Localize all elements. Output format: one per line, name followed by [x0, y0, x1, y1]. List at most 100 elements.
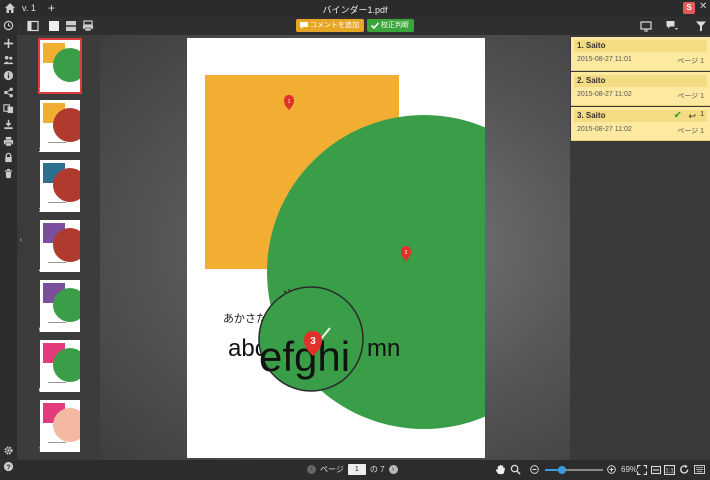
text-line-mn: mn: [367, 335, 400, 362]
title-bar: v. 1 + バインダー1.pdf S ✕: [0, 0, 710, 17]
document-viewer: やらわ あかさた abc mn efghi 1 2 3: [100, 35, 570, 460]
close-button[interactable]: ✕: [699, 1, 707, 12]
page-thumbnail[interactable]: [40, 100, 87, 152]
thumbnail-preview: [43, 223, 87, 263]
page-number-input[interactable]: 1: [347, 464, 366, 475]
next-page-button[interactable]: ›: [388, 465, 398, 474]
comment-card[interactable]: 2. Saito 2015-08-27 11:02 ページ 1: [571, 72, 710, 106]
main-toolbar: コメントを追加 校正判断: [17, 17, 710, 35]
zoom-out-icon[interactable]: [530, 465, 539, 474]
compare-icon[interactable]: [3, 103, 14, 114]
comment-title: 2. Saito: [574, 75, 707, 87]
lock-icon[interactable]: [3, 152, 14, 163]
add-icon[interactable]: [3, 38, 14, 49]
zoom-slider[interactable]: [545, 466, 603, 474]
previous-page-button[interactable]: ‹: [307, 465, 316, 474]
comment-date: 2015-08-27 11:02: [577, 91, 632, 98]
comment-date: 2015-08-27 11:02: [577, 126, 632, 133]
thumbnail-preview: [43, 403, 87, 443]
add-comment-button[interactable]: コメントを追加: [296, 19, 364, 32]
trash-icon[interactable]: [3, 168, 14, 179]
review-decision-label: 校正判断: [381, 22, 409, 29]
add-comment-label: コメントを追加: [310, 22, 359, 29]
history-icon[interactable]: [3, 20, 14, 31]
two-page-view-icon[interactable]: [65, 20, 77, 32]
users-icon[interactable]: [3, 54, 14, 65]
thumbnail-preview: [43, 163, 87, 203]
approved-check-icon: ✔: [673, 110, 682, 121]
checkmark-icon: [371, 22, 379, 29]
page-navigator: ‹ ページ 1 の 7 ›: [307, 464, 398, 475]
page-thumbnail[interactable]: [40, 340, 87, 392]
marker-number: 2: [405, 250, 408, 256]
comment-title: 1. Saito: [574, 40, 707, 52]
fit-screen-icon[interactable]: [637, 465, 647, 475]
page-content: やらわ あかさた abc mn efghi 1 2 3: [205, 75, 485, 429]
thumbnail-preview: [43, 283, 87, 323]
page-thumbnail[interactable]: [40, 280, 87, 332]
comments-panel: 1. Saito 2015-08-27 11:01 ページ 1 2. Saito…: [570, 35, 710, 460]
sidebar-toggle-icon[interactable]: [27, 20, 39, 32]
thumbnail-page-number: 7: [39, 448, 43, 454]
zoom-percentage: 69%: [621, 465, 638, 474]
print-icon[interactable]: [3, 136, 14, 147]
page-thumbnail[interactable]: [38, 38, 87, 94]
left-tool-rail: ?: [0, 17, 17, 480]
fit-width-icon[interactable]: [651, 465, 661, 475]
thumbnail-preview: [43, 43, 87, 82]
thumbnail-preview: [43, 343, 87, 383]
zoom-tool-icon[interactable]: [510, 464, 521, 475]
info-icon[interactable]: [3, 70, 14, 81]
comment-page: ページ 1: [677, 128, 704, 135]
text-line-akasata: あかさた: [223, 312, 267, 325]
comments-menu-icon[interactable]: [666, 20, 678, 32]
thumbnail-page-number: 6: [39, 388, 43, 394]
thumbnail-page-number: 5: [39, 328, 43, 334]
presentation-icon[interactable]: [640, 20, 652, 32]
help-icon[interactable]: ?: [3, 461, 14, 472]
share-icon[interactable]: [3, 87, 14, 98]
thumbnail-page-number: 3: [39, 208, 43, 214]
settings-gear-icon[interactable]: [3, 445, 14, 456]
rotate-icon[interactable]: [679, 464, 690, 475]
marker-number: 3: [310, 336, 316, 347]
keyboard-icon[interactable]: [694, 465, 705, 474]
user-avatar[interactable]: S: [683, 2, 695, 14]
actual-size-icon[interactable]: 1:1: [664, 465, 675, 475]
page-total-label: の 7: [369, 465, 385, 474]
zoom-in-icon[interactable]: [607, 465, 616, 474]
print-layout-icon[interactable]: [82, 20, 94, 32]
zoom-slider-handle[interactable]: [558, 466, 566, 474]
page-label: ページ: [320, 465, 344, 474]
marker-number: 1: [288, 99, 291, 105]
review-decision-button[interactable]: 校正判断: [367, 19, 414, 32]
thumbnail-panel: 1 2 3 4 5 6 7: [17, 35, 100, 460]
thumbnail-page-number: 2: [39, 148, 43, 154]
comment-date: 2015-08-27 11:01: [577, 56, 632, 63]
thumbnail-page-number: 1: [39, 88, 43, 94]
svg-text:?: ?: [6, 462, 11, 471]
filter-icon[interactable]: [695, 20, 707, 32]
comment-page: ページ 1: [677, 58, 704, 65]
reply-count: 1: [700, 111, 704, 118]
comment-page: ページ 1: [677, 93, 704, 100]
app-window: v. 1 + バインダー1.pdf S ✕ ? コメントを追加 校正判断 1 2…: [0, 0, 710, 480]
status-bar: ‹ ページ 1 の 7 › 69% 1:1: [17, 460, 710, 480]
document-title: バインダー1.pdf: [322, 5, 388, 15]
page-thumbnail[interactable]: [40, 220, 87, 272]
thumbnail-page-number: 4: [39, 268, 43, 274]
thumbnail-preview: [43, 103, 87, 143]
single-page-view-icon[interactable]: [48, 20, 60, 32]
comment-icon: [300, 22, 308, 29]
document-page[interactable]: やらわ あかさた abc mn efghi 1 2 3: [187, 38, 485, 458]
download-icon[interactable]: [3, 119, 14, 130]
svg-text:1:1: 1:1: [665, 469, 674, 475]
page-thumbnail[interactable]: [40, 400, 87, 452]
comment-card[interactable]: 3. Saito ✔ ↩ 1 2015-08-27 11:02 ページ 1: [571, 107, 710, 141]
comment-card[interactable]: 1. Saito 2015-08-27 11:01 ページ 1: [571, 37, 710, 71]
hand-tool-icon[interactable]: [495, 464, 506, 475]
collapse-thumbnails-handle[interactable]: ‹: [17, 225, 25, 255]
page-thumbnail[interactable]: [40, 160, 87, 212]
reply-icon[interactable]: ↩: [688, 110, 696, 122]
comment-title: 3. Saito: [574, 110, 707, 122]
